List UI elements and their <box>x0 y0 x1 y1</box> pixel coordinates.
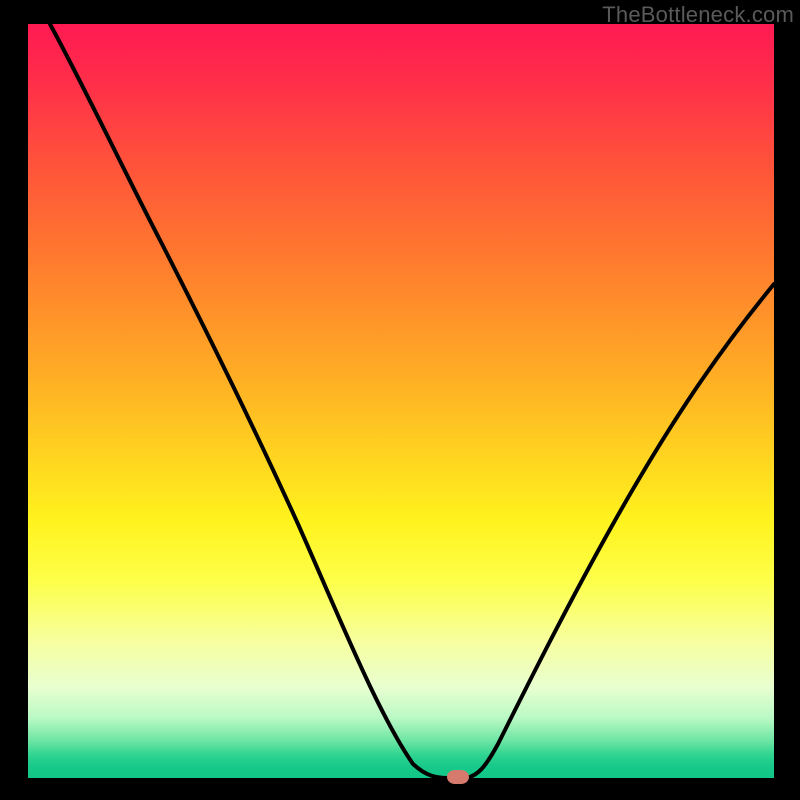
chart-frame: TheBottleneck.com <box>0 0 800 800</box>
plot-area <box>28 24 774 778</box>
watermark-text: TheBottleneck.com <box>602 2 794 28</box>
curve-path <box>50 24 774 778</box>
bottleneck-curve <box>28 24 774 778</box>
optimum-marker <box>447 770 469 784</box>
